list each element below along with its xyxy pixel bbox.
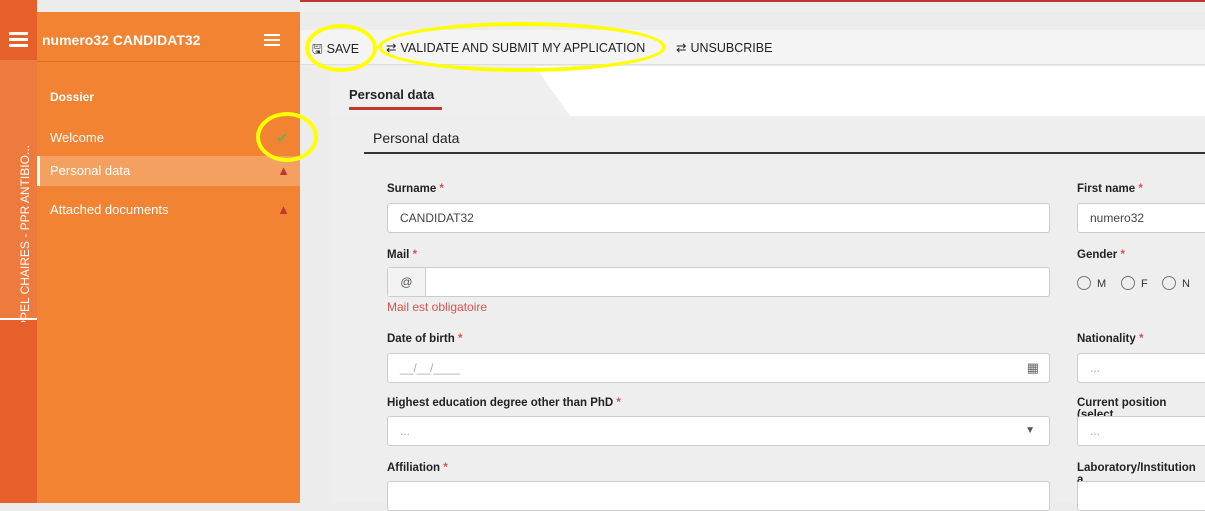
sidebar-item-label: Attached documents (50, 202, 169, 217)
lab-input[interactable] (1077, 481, 1205, 511)
sidebar-item-attached-documents[interactable]: Attached documents ▲ (37, 192, 300, 228)
gender-radio-m[interactable]: M (1077, 276, 1106, 290)
first-name-label: First name * (1077, 183, 1143, 195)
toolbar: 🖫 SAVE ⇄ VALIDATE AND SUBMIT MY APPLICATIO… (300, 30, 1205, 65)
unsubscribe-button[interactable]: ⇄ UNSUBCRIBE (676, 40, 772, 55)
sidebar: numero32 CANDIDAT32 Dossier Welcome ✔ Pe… (37, 12, 300, 503)
save-button[interactable]: 🖫 SAVE (312, 40, 359, 61)
sidebar-item-label: Welcome (50, 130, 104, 145)
affiliation-label: Affiliation * (387, 462, 448, 474)
exchange-icon: ⇄ (676, 41, 687, 55)
gender-radio-n[interactable]: N (1162, 276, 1190, 290)
main-content: Personal data Personal data Surname * CA… (330, 66, 1205, 511)
panel-title: Personal data (373, 130, 460, 146)
education-label: Highest education degree other than PhD … (387, 397, 621, 409)
menu-icon[interactable] (9, 32, 28, 47)
vertical-tab[interactable]: APPEL CHAIRES - PPR ANTIBIO... (0, 60, 37, 350)
warning-icon: ▲ (277, 163, 290, 178)
dob-label: Date of birth * (387, 333, 463, 345)
vertical-rail: APPEL CHAIRES - PPR ANTIBIO... (0, 0, 37, 503)
dob-input[interactable]: __/__/____ ▦ (387, 353, 1050, 383)
sidebar-item-welcome[interactable]: Welcome ✔ (37, 120, 300, 156)
exchange-icon: ⇄ (386, 41, 397, 55)
vertical-tab-label: APPEL CHAIRES - PPR ANTIBIO... (18, 120, 32, 350)
chevron-down-icon[interactable]: ▼ (1025, 417, 1035, 445)
tab-underline (349, 107, 442, 110)
validate-submit-button[interactable]: ⇄ VALIDATE AND SUBMIT MY APPLICATION (386, 40, 645, 55)
calendar-icon[interactable]: ▦ (1027, 354, 1039, 382)
nationality-label: Nationality * (1077, 333, 1144, 345)
first-name-input[interactable]: numero32 (1077, 203, 1205, 233)
mail-input[interactable]: @ (387, 267, 1050, 297)
sidebar-menu-icon[interactable] (264, 34, 280, 49)
education-select[interactable]: ... ▼ (387, 416, 1050, 446)
check-icon: ✔ (276, 130, 288, 146)
nationality-select[interactable]: ... (1077, 353, 1205, 383)
floppy-icon: 🖫 (312, 42, 323, 56)
sidebar-item-personal-data[interactable]: Personal data ▲ (37, 156, 300, 186)
panel-divider (364, 152, 1205, 154)
warning-icon: ▲ (277, 202, 290, 217)
sidebar-title: numero32 CANDIDAT32 (42, 32, 201, 48)
gender-label: Gender * (1077, 249, 1125, 261)
sidebar-header: numero32 CANDIDAT32 (37, 12, 300, 62)
tab-label[interactable]: Personal data (349, 87, 434, 102)
surname-label: Surname * (387, 183, 444, 195)
sidebar-section-title: Dossier (50, 90, 95, 104)
mail-error: Mail est obligatoire (387, 300, 488, 314)
at-icon: @ (388, 268, 426, 296)
position-select[interactable]: ... (1077, 416, 1205, 446)
tab-bar: Personal data (330, 66, 1205, 116)
affiliation-input[interactable] (387, 481, 1050, 511)
top-strip (300, 0, 1205, 12)
mail-label: Mail * (387, 249, 418, 261)
rail-lower (0, 322, 37, 503)
gender-radio-f[interactable]: F (1121, 276, 1148, 290)
sidebar-item-label: Personal data (50, 163, 131, 178)
surname-input[interactable]: CANDIDAT32 (387, 203, 1050, 233)
